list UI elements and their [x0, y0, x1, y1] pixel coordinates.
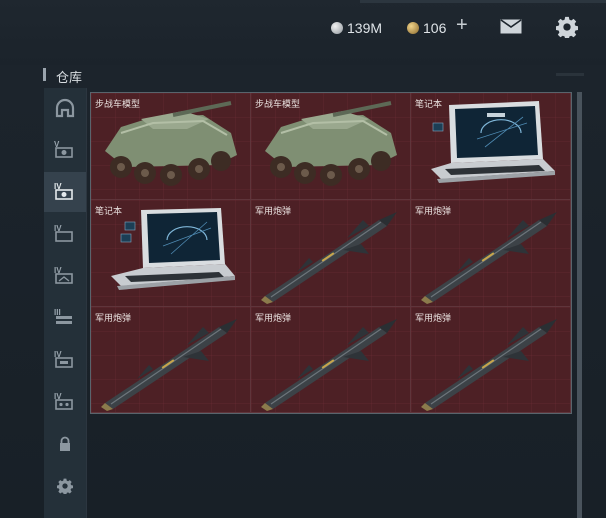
sidebar-item-lock[interactable] [44, 424, 86, 464]
top-edge [360, 0, 606, 3]
page-title: 仓库 [56, 70, 83, 85]
item-label: 军用炮弹 [415, 313, 452, 323]
gold-coin-icon [407, 22, 419, 34]
scrollbar-thumb[interactable] [577, 92, 582, 518]
item-label: 笔记本 [95, 206, 123, 216]
silver-coin-icon [331, 22, 343, 34]
sidebar-item-iv-e[interactable]: IV [44, 382, 86, 422]
item-slot[interactable]: 军用炮弹 [91, 307, 251, 413]
silver-currency: 139M [331, 17, 382, 39]
item-label: 步战车模型 [95, 99, 141, 109]
settings-gear-icon[interactable] [556, 16, 578, 38]
tier-iv-icon: IV [54, 350, 73, 368]
item-label: 步战车模型 [255, 99, 301, 109]
item-slot[interactable]: 军用炮弹 [251, 307, 411, 413]
tier-iv-icon: IV [54, 182, 73, 200]
item-slot[interactable]: 笔记本 [91, 200, 251, 307]
tier-iii-icon: III [54, 308, 72, 324]
sidebar-item-iii[interactable]: III [44, 298, 86, 338]
item-label: 军用炮弹 [255, 206, 292, 216]
item-label: 笔记本 [415, 99, 443, 109]
item-slot[interactable]: 军用炮弹 [411, 200, 571, 307]
item-slot[interactable]: 军用炮弹 [411, 307, 571, 413]
silver-amount: 139M [347, 20, 383, 36]
sidebar-item-iv-active[interactable]: IV [44, 172, 86, 212]
title-accent [43, 68, 46, 81]
item-label: 军用炮弹 [95, 313, 132, 323]
gold-amount: 106 [423, 20, 447, 36]
item-slot[interactable]: 步战车模型 [91, 93, 251, 200]
tier-v-icon: V [54, 140, 73, 158]
storage-grid: 步战车模型 步战车模型 笔记本 笔记本 军用炮弹 军用炮弹 军用炮弹 军用炮弹 … [90, 92, 572, 414]
tier-iv-icon: IV [54, 224, 73, 242]
gear-icon [57, 478, 73, 494]
sidebar-item-iv-b[interactable]: IV [44, 214, 86, 254]
lock-icon [60, 436, 70, 451]
sidebar-item-v[interactable]: V [44, 130, 86, 170]
tier-iv-icon: IV [54, 392, 73, 410]
sidebar-item-iv-c[interactable]: IV [44, 256, 86, 296]
item-label: 军用炮弹 [255, 313, 292, 323]
svg-text:III: III [54, 308, 61, 317]
item-slot[interactable]: 军用炮弹 [251, 200, 411, 307]
sidebar-item-settings[interactable] [44, 466, 86, 506]
item-label: 军用炮弹 [415, 206, 452, 216]
tier-iv-icon: IV [54, 266, 73, 284]
mail-icon[interactable] [500, 19, 522, 34]
category-sidebar: V IV IV IV III IV IV [44, 88, 86, 518]
sidebar-item-all[interactable] [44, 88, 86, 128]
sidebar-item-iv-d[interactable]: IV [44, 340, 86, 380]
title-decoration [556, 73, 584, 76]
add-currency-button[interactable]: + [456, 14, 468, 37]
sidebar-divider [86, 88, 87, 518]
item-slot[interactable]: 步战车模型 [251, 93, 411, 200]
item-slot[interactable]: 笔记本 [411, 93, 571, 200]
gold-currency: 106 [407, 17, 446, 39]
helmet-icon [55, 98, 75, 118]
